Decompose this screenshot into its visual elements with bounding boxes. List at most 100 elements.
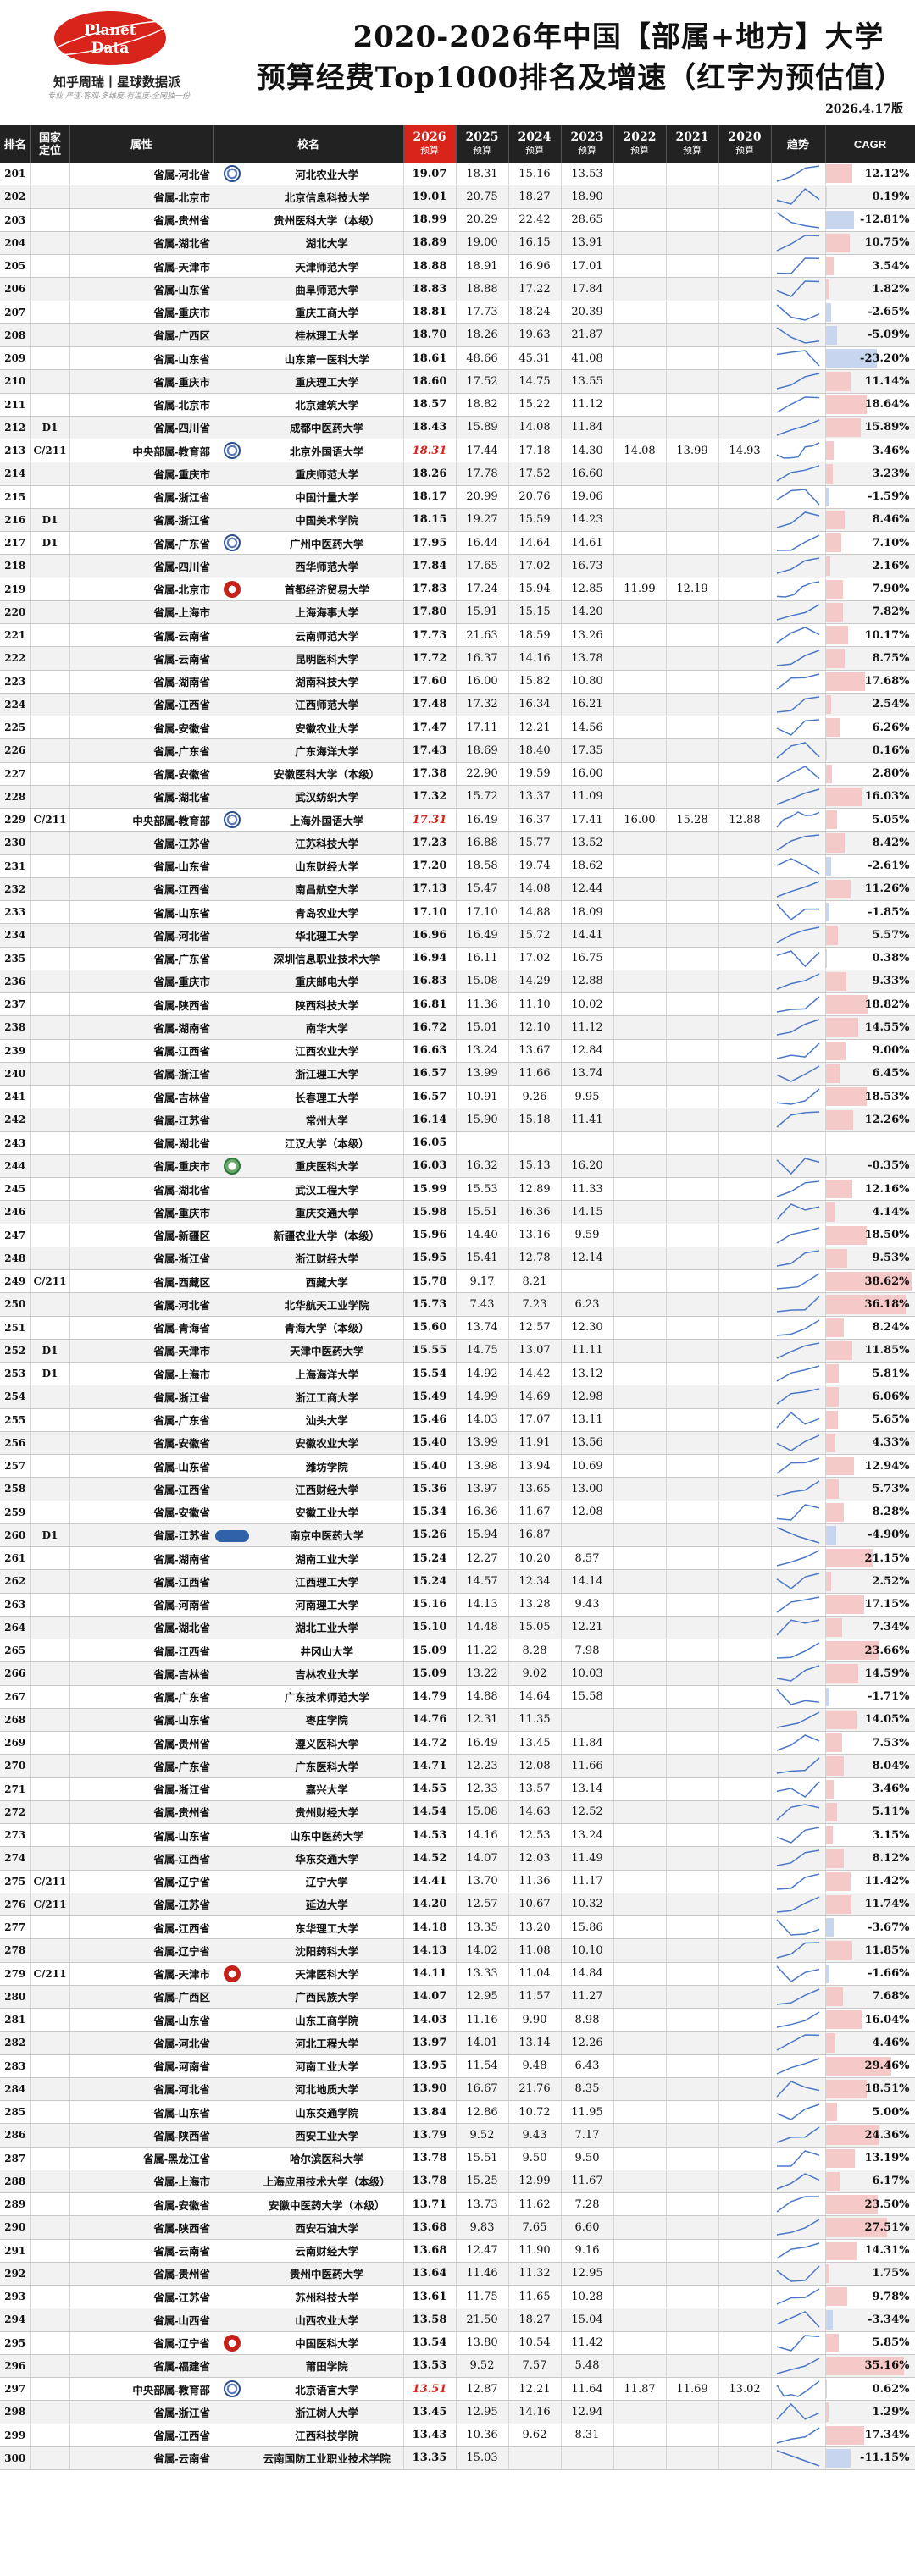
rank-cell: 277	[0, 1915, 31, 1940]
budget-2020-cell	[718, 992, 772, 1017]
cagr-bar	[825, 2241, 858, 2260]
trend-cell	[771, 900, 826, 925]
budget-2022-cell	[613, 2215, 667, 2240]
budget-2026-cell: 14.20	[403, 1893, 457, 1917]
trend-cell	[771, 416, 826, 440]
trend-sparkline	[776, 280, 820, 298]
cagr-value: 8.42%	[872, 836, 910, 849]
budget-2020-cell	[718, 947, 772, 970]
trend-line	[776, 1411, 820, 1429]
budget-2020-cell	[718, 1385, 772, 1409]
location-cell	[30, 277, 70, 301]
location-cell	[30, 1039, 70, 1063]
budget-2025-cell: 17.32	[456, 693, 509, 717]
budget-2020-cell	[718, 1569, 772, 1594]
budget-2024-cell: 9.90	[508, 2008, 562, 2032]
trend-cell	[771, 2123, 826, 2148]
location-cell	[30, 1985, 70, 2009]
budget-2026-cell: 15.78	[403, 1269, 457, 1294]
rank-cell: 300	[0, 2446, 31, 2471]
budget-2022-cell	[613, 2170, 667, 2194]
rank-cell: 239	[0, 1039, 31, 1063]
budget-2025-cell: 15.25	[456, 2170, 509, 2194]
cagr-cell: 0.62%	[825, 2377, 915, 2402]
budget-2026-cell: 15.54	[403, 1362, 457, 1386]
rank-cell: 288	[0, 2170, 31, 2194]
budget-2024-cell: 9.48	[508, 2054, 562, 2078]
budget-2024-cell: 10.54	[508, 2331, 562, 2355]
budget-2022-cell	[613, 1800, 667, 1825]
trend-line	[776, 1734, 820, 1751]
col-2020-year: 2020	[728, 130, 762, 144]
trend-line	[776, 1503, 820, 1521]
budget-2020-cell	[718, 163, 772, 186]
cagr-cell: -1.71%	[825, 1685, 915, 1709]
school-emblem-icon	[224, 442, 241, 460]
cagr-cell: 2.52%	[825, 1569, 915, 1594]
attribute-cell: 省属-重庆市	[69, 301, 214, 324]
rank-cell: 274	[0, 1846, 31, 1871]
trend-cell	[771, 1454, 826, 1479]
location-cell	[30, 1408, 70, 1432]
rank-cell: 229	[0, 808, 31, 832]
trend-sparkline	[776, 2403, 820, 2421]
budget-2022-cell	[613, 1339, 667, 1363]
trend-cell	[771, 1339, 826, 1363]
cagr-bar	[825, 1664, 858, 1683]
trend-line	[776, 2242, 820, 2259]
school-logo-cell	[214, 1108, 251, 1132]
school-logo-cell	[214, 1985, 251, 2009]
budget-2023-cell: 11.84	[561, 1731, 614, 1755]
attribute-cell: 省属-安徽省	[69, 762, 214, 786]
cagr-cell: 14.59%	[825, 1661, 915, 1686]
trend-cell	[771, 578, 826, 601]
budget-2025-cell: 16.49	[456, 1731, 509, 1755]
trend-line	[776, 1896, 820, 1913]
school-name-cell: 常州大学	[251, 1108, 404, 1132]
attribute-cell: 省属-山东省	[69, 854, 214, 878]
budget-2025-cell: 15.47	[456, 877, 509, 902]
attribute-cell: 省属-青海省	[69, 1316, 214, 1340]
school-name-cell: 中国美术学院	[251, 508, 404, 533]
school-logo-cell	[214, 1616, 251, 1640]
cagr-value: 5.00%	[872, 2105, 910, 2119]
budget-2021-cell	[666, 646, 719, 671]
rank-cell: 213	[0, 439, 31, 463]
trend-line	[776, 1689, 820, 1705]
budget-2026-cell: 15.55	[403, 1339, 457, 1363]
cagr-value: 15.89%	[864, 421, 910, 434]
budget-2025-cell: 13.73	[456, 2192, 509, 2217]
cagr-cell: 3.54%	[825, 254, 915, 279]
cagr-value: -1.66%	[868, 1967, 910, 1981]
budget-2022-cell	[613, 2400, 667, 2424]
cagr-cell: 8.12%	[825, 1846, 915, 1871]
attribute-cell: 省属-江西省	[69, 1846, 214, 1871]
cagr-cell: 8.28%	[825, 1501, 915, 1524]
attribute-cell: 省属-河南省	[69, 2054, 214, 2078]
location-cell	[30, 2123, 70, 2148]
budget-2021-cell	[666, 301, 719, 324]
cagr-cell: 9.33%	[825, 970, 915, 994]
school-name-cell: 山东中医药大学	[251, 1823, 404, 1848]
school-logo-cell	[214, 1408, 251, 1432]
budget-2025-cell: 22.90	[456, 762, 509, 786]
location-cell	[30, 1200, 70, 1224]
budget-2026-cell: 13.35	[403, 2446, 457, 2471]
budget-2025-cell: 14.02	[456, 1938, 509, 1963]
budget-2024-cell: 13.37	[508, 785, 562, 810]
cagr-bar	[825, 257, 834, 276]
budget-2020-cell	[718, 1985, 772, 2009]
school-name-cell: 浙江理工大学	[251, 1062, 404, 1086]
budget-2026-cell: 16.96	[403, 923, 457, 948]
location-cell	[30, 578, 70, 601]
budget-2024-cell: 9.43	[508, 2123, 562, 2148]
budget-2022-cell	[613, 2147, 667, 2170]
school-logo-cell	[214, 1385, 251, 1409]
trend-line	[776, 1042, 820, 1059]
budget-2026-cell: 14.72	[403, 1731, 457, 1755]
cagr-bar	[825, 1364, 839, 1384]
trend-sparkline	[777, 534, 820, 551]
col-2026: 2026 预算	[403, 125, 457, 163]
cagr-value: 2.16%	[872, 559, 910, 572]
trend-sparkline	[776, 788, 820, 805]
